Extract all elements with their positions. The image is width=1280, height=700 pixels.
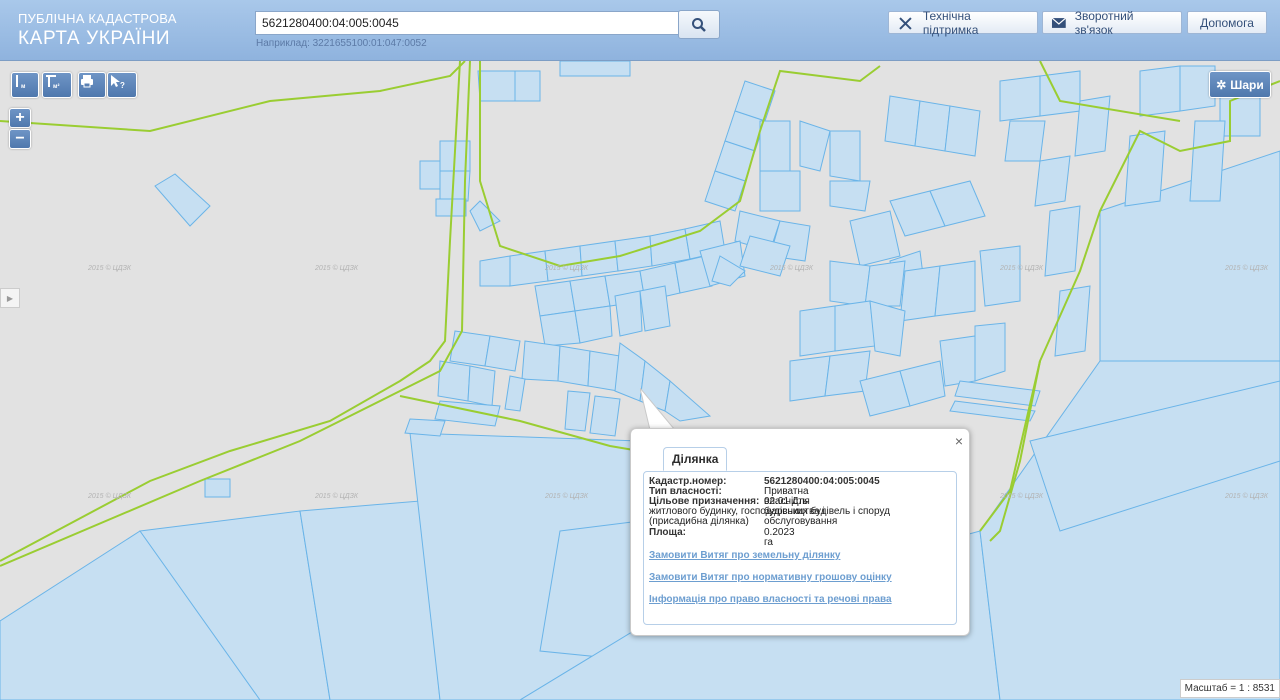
search-button[interactable] xyxy=(678,10,720,39)
watermark: 2015 © ЦДЗК xyxy=(88,493,132,500)
header: ПУБЛІЧНА КАДАСТРОВА КАРТА УКРАЇНИ Наприк… xyxy=(0,0,1280,61)
tab-parcel[interactable]: Ділянка xyxy=(663,447,728,471)
feedback-label: Зворотний зв'язок xyxy=(1074,8,1134,37)
support-button[interactable]: Технічна підтримка xyxy=(888,8,1038,37)
watermark: 2015 © ЦДЗК xyxy=(545,493,589,500)
cursor-question-icon: ? xyxy=(111,75,125,89)
watermark: 2015 © ЦДЗК xyxy=(1225,493,1269,500)
watermark: 2015 © ЦДЗК xyxy=(545,265,589,272)
side-panel-toggle[interactable]: ▶ xyxy=(0,288,20,308)
watermark: 2015 © ЦДЗК xyxy=(770,265,814,272)
tools-icon xyxy=(899,16,912,30)
gear-icon: ✲ xyxy=(1216,77,1227,92)
help-button[interactable]: Допомога xyxy=(1187,11,1267,34)
parcel-popup: × Ділянка Кадастр.номер: 5621280400:04:0… xyxy=(630,428,970,636)
svg-text:м²: м² xyxy=(53,83,59,89)
envelope-icon xyxy=(1051,17,1067,28)
close-icon[interactable]: × xyxy=(955,433,963,449)
logo-line1: ПУБЛІЧНА КАДАСТРОВА xyxy=(18,11,177,26)
ownership-info-link[interactable]: Інформація про право власності та речові… xyxy=(649,594,892,605)
svg-text:м: м xyxy=(21,84,26,89)
purpose-line3: (присадибна ділянка) xyxy=(649,516,749,527)
print-button[interactable] xyxy=(78,72,106,98)
order-extract-link[interactable]: Замовити Витяг про земельну ділянку xyxy=(649,550,840,561)
search-input[interactable] xyxy=(255,11,684,35)
parcel-info-panel: Кадастр.номер: 5621280400:04:005:0045 Ти… xyxy=(643,471,957,625)
area-key: Площа: xyxy=(649,527,686,538)
help-label: Допомога xyxy=(1200,15,1254,30)
watermark: 2015 © ЦДЗК xyxy=(315,493,359,500)
area-value: 0.2023 га xyxy=(764,527,795,548)
printer-icon xyxy=(81,75,93,88)
layers-button[interactable]: ✲ Шари xyxy=(1209,71,1271,98)
search-icon xyxy=(692,17,706,32)
watermark: 2015 © ЦДЗК xyxy=(315,265,359,272)
watermark: 2015 © ЦДЗК xyxy=(88,265,132,272)
order-valuation-link[interactable]: Замовити Витяг про нормативну грошову оц… xyxy=(649,572,892,583)
layers-label: Шари xyxy=(1230,77,1264,92)
scale-indicator: Масштаб = 1 : 8531 xyxy=(1179,679,1280,698)
measure-area-button[interactable]: м² xyxy=(42,72,72,98)
measure-distance-button[interactable]: м xyxy=(11,72,39,98)
search-example: Наприклад: 3221655100:01:047:0052 xyxy=(256,38,427,49)
zoom-in-button[interactable]: + xyxy=(9,108,31,128)
watermark: 2015 © ЦДЗК xyxy=(1225,265,1269,272)
watermark: 2015 © ЦДЗК xyxy=(1000,493,1044,500)
identify-button[interactable]: ? xyxy=(107,72,137,98)
zoom-out-button[interactable]: − xyxy=(9,129,31,149)
feedback-button[interactable]: Зворотний зв'язок xyxy=(1042,8,1182,37)
chevron-right-icon: ▶ xyxy=(6,293,14,303)
logo-line2: КАРТА УКРАЇНИ xyxy=(18,28,171,49)
area-row: Площа: 0.2023 га xyxy=(649,527,795,548)
watermark: 2015 © ЦДЗК xyxy=(1000,265,1044,272)
support-label: Технічна підтримка xyxy=(922,8,979,37)
svg-text:?: ? xyxy=(120,81,125,89)
logo[interactable]: ПУБЛІЧНА КАДАСТРОВА КАРТА УКРАЇНИ xyxy=(18,12,177,48)
area-ruler-icon: м² xyxy=(46,75,59,89)
ruler-icon: м xyxy=(16,75,26,89)
